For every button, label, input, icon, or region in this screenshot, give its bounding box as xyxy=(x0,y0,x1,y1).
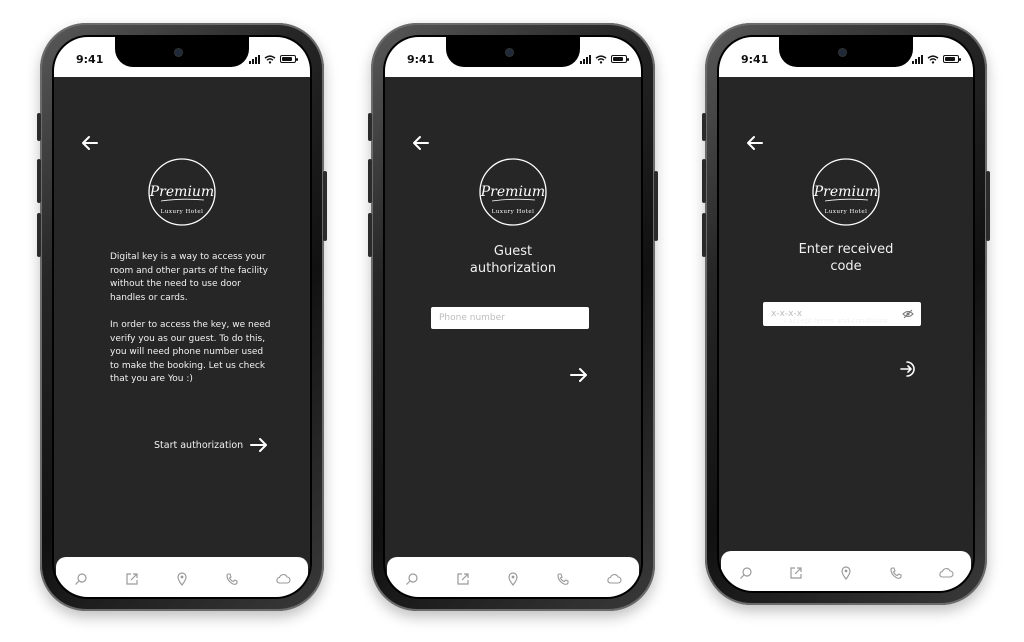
start-authorization-label: Start authorization xyxy=(154,439,244,451)
svg-text:Luxury Hotel: Luxury Hotel xyxy=(825,209,868,215)
search-icon xyxy=(75,573,87,585)
bottom-tab-bar xyxy=(387,557,639,597)
svg-text:Premium: Premium xyxy=(149,184,214,200)
tab-search[interactable] xyxy=(402,569,422,589)
bottom-tab-bar xyxy=(56,557,308,597)
tab-share[interactable] xyxy=(453,569,473,589)
login-icon[interactable] xyxy=(899,359,919,379)
page-title-line-2: code xyxy=(830,259,862,274)
tab-search[interactable] xyxy=(736,563,756,583)
status-bar: 9:41 xyxy=(54,37,310,77)
screen-guest-authorization: 9:41 Premium Luxury Hotel Guest authoriz… xyxy=(385,37,641,597)
tab-phone[interactable] xyxy=(553,569,573,589)
signal-icon xyxy=(249,54,260,64)
edit-external-icon xyxy=(790,567,802,579)
phone-icon xyxy=(890,567,902,579)
svg-text:Premium: Premium xyxy=(813,184,878,200)
status-time: 9:41 xyxy=(407,53,435,66)
search-icon xyxy=(406,573,418,585)
status-icons xyxy=(912,54,961,64)
phone-frame-3: 9:41 Premium Luxury Hotel Enter received… xyxy=(702,23,990,605)
premium-hotel-logo: Premium Luxury Hotel xyxy=(812,158,880,226)
back-arrow-icon[interactable] xyxy=(745,133,765,153)
tab-phone[interactable] xyxy=(886,563,906,583)
status-time: 9:41 xyxy=(76,53,104,66)
bottom-tab-bar xyxy=(721,551,971,591)
start-authorization-button[interactable]: Start authorization xyxy=(154,437,269,453)
status-bar: 9:41 xyxy=(385,37,641,77)
tab-phone[interactable] xyxy=(222,569,242,589)
tab-weather[interactable] xyxy=(604,569,624,589)
svg-text:Luxury Hotel: Luxury Hotel xyxy=(161,209,204,215)
phone-number-input[interactable] xyxy=(431,307,589,329)
tab-location[interactable] xyxy=(172,569,192,589)
battery-icon xyxy=(280,55,298,63)
next-arrow-icon[interactable] xyxy=(569,367,589,383)
tab-weather[interactable] xyxy=(936,563,956,583)
cloud-icon xyxy=(939,568,954,578)
phone-icon xyxy=(226,573,238,585)
arrow-right-icon xyxy=(250,438,268,452)
svg-text:Luxury Hotel: Luxury Hotel xyxy=(492,209,535,215)
premium-hotel-logo: Premium Luxury Hotel xyxy=(148,158,216,226)
screen-enter-code: 9:41 Premium Luxury Hotel Enter received… xyxy=(719,37,973,591)
tab-share[interactable] xyxy=(786,563,806,583)
status-icons xyxy=(580,54,629,64)
phone-frame-2: 9:41 Premium Luxury Hotel Guest authoriz… xyxy=(368,23,658,611)
terms-label: I accept terms and conditions xyxy=(784,317,888,325)
battery-icon xyxy=(611,55,629,63)
terms-checkbox[interactable] xyxy=(767,316,777,326)
page-title-line-1: Guest xyxy=(493,244,533,259)
page-title-line-1: Enter received xyxy=(798,242,894,257)
tab-location[interactable] xyxy=(836,563,856,583)
phone-icon xyxy=(557,573,569,585)
location-pin-icon xyxy=(841,566,851,580)
status-bar: 9:41 xyxy=(719,37,973,77)
search-icon xyxy=(740,567,752,579)
premium-hotel-logo: Premium Luxury Hotel xyxy=(479,158,547,226)
location-pin-icon xyxy=(177,572,187,586)
edit-external-icon xyxy=(456,573,469,585)
battery-icon xyxy=(943,55,961,63)
tab-weather[interactable] xyxy=(273,569,293,589)
location-pin-icon xyxy=(508,572,518,586)
status-time: 9:41 xyxy=(741,53,769,66)
cloud-icon xyxy=(276,574,291,584)
tab-location[interactable] xyxy=(503,569,523,589)
tab-share[interactable] xyxy=(122,569,142,589)
wifi-icon xyxy=(264,54,276,64)
svg-text:Premium: Premium xyxy=(480,184,545,200)
wifi-icon xyxy=(595,54,607,64)
status-icons xyxy=(249,54,298,64)
phone-frame-1: 9:41 Premium Luxury Hotel Digital key is… xyxy=(37,23,327,611)
wifi-icon xyxy=(927,54,939,64)
intro-paragraph-2: In order to access the key, we need veri… xyxy=(110,320,271,384)
back-arrow-icon[interactable] xyxy=(411,133,431,153)
edit-external-icon xyxy=(125,573,138,585)
back-arrow-icon[interactable] xyxy=(80,133,100,153)
page-title: Guest authorization xyxy=(385,243,641,277)
page-title: Enter received code xyxy=(719,241,973,275)
signal-icon xyxy=(580,54,591,64)
terms-row: I accept terms and conditions xyxy=(767,316,888,326)
signal-icon xyxy=(912,54,923,64)
intro-paragraph-1: Digital key is a way to access your room… xyxy=(110,252,268,303)
tab-search[interactable] xyxy=(71,569,91,589)
eye-hidden-icon[interactable] xyxy=(902,309,914,319)
cloud-icon xyxy=(607,574,622,584)
screen-intro: 9:41 Premium Luxury Hotel Digital key is… xyxy=(54,37,310,597)
page-title-line-2: authorization xyxy=(469,261,557,276)
